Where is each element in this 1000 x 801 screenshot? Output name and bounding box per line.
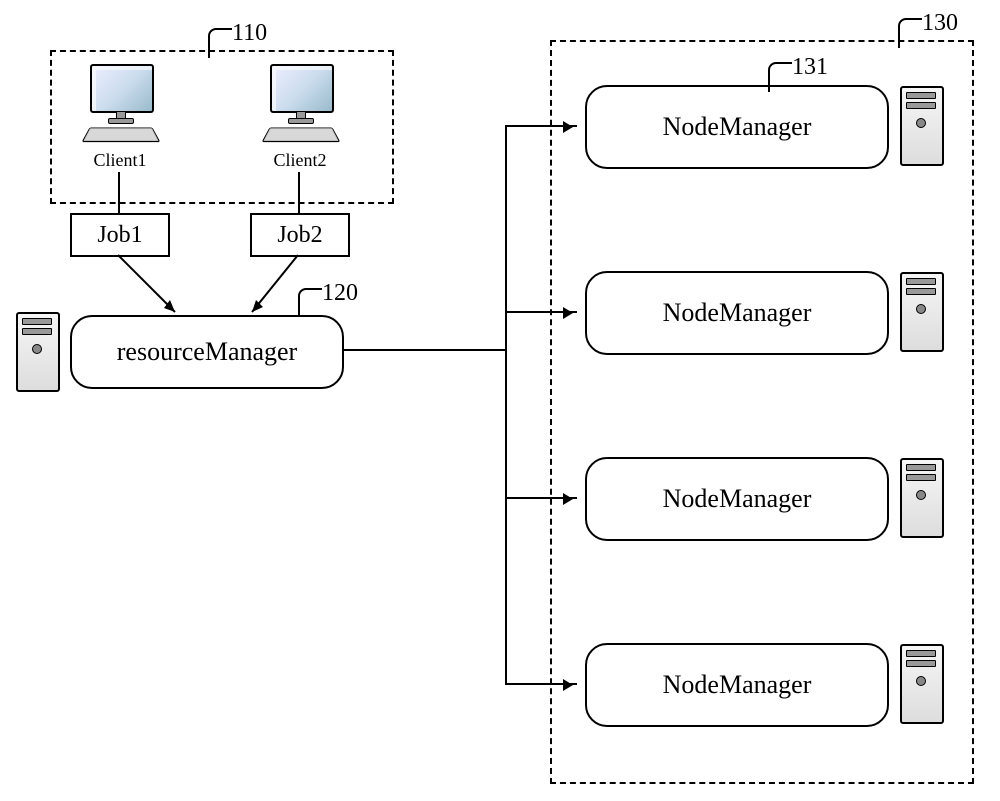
client-computer-1	[80, 64, 160, 144]
job2-box: Job2	[250, 213, 350, 257]
line-client2-job2	[298, 172, 300, 213]
ref-130: 130	[922, 10, 958, 37]
node3-label: NodeManager	[663, 484, 812, 514]
diagram-stage: 110 Client1 Client2 Job1 Job2 120 resour…	[0, 0, 1000, 801]
job1-box: Job1	[70, 213, 170, 257]
node3-server-icon	[900, 458, 940, 538]
resource-manager-box: resourceManager	[70, 315, 344, 389]
arrow-node1	[505, 125, 577, 127]
job2-label: Job2	[277, 222, 322, 249]
ref-131: 131	[792, 54, 828, 81]
brace-110	[208, 28, 232, 58]
ref-120: 120	[322, 280, 358, 307]
node-manager-3: NodeManager	[585, 457, 889, 541]
node4-server-icon	[900, 644, 940, 724]
node-manager-4: NodeManager	[585, 643, 889, 727]
arrow-node3	[505, 497, 577, 499]
ref-110: 110	[232, 20, 267, 47]
bus-vline	[505, 125, 507, 685]
client1-label: Client1	[80, 150, 160, 171]
client2-label: Client2	[260, 150, 340, 171]
node1-label: NodeManager	[663, 112, 812, 142]
client-computer-2	[260, 64, 340, 144]
rm-out-line	[342, 349, 505, 351]
brace-130	[898, 18, 922, 48]
line-client1-job1	[118, 172, 120, 213]
node1-server-icon	[900, 86, 940, 166]
arrow-node2	[505, 311, 577, 313]
node2-server-icon	[900, 272, 940, 352]
node-manager-2: NodeManager	[585, 271, 889, 355]
node-manager-1: NodeManager	[585, 85, 889, 169]
job1-label: Job1	[97, 222, 142, 249]
brace-120	[298, 288, 322, 318]
arrow-node4	[505, 683, 577, 685]
node2-label: NodeManager	[663, 298, 812, 328]
resource-manager-server-icon	[16, 312, 56, 392]
brace-131	[768, 62, 792, 92]
resource-manager-label: resourceManager	[117, 337, 297, 367]
node4-label: NodeManager	[663, 670, 812, 700]
